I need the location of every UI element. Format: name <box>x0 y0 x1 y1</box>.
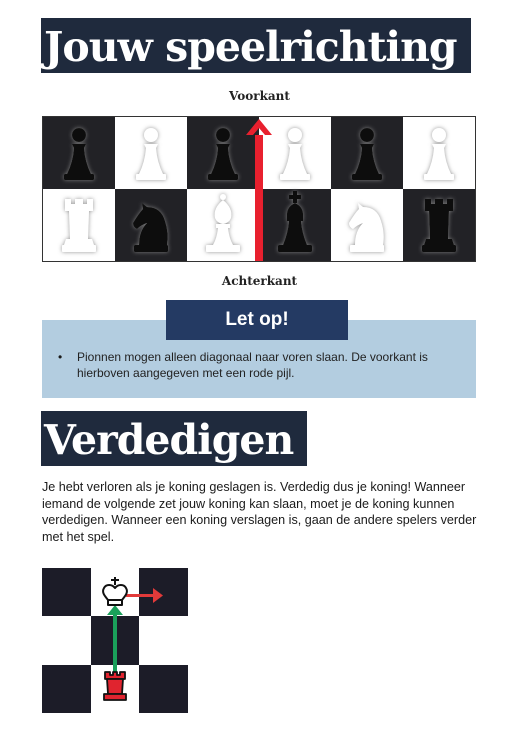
board-square <box>42 568 91 616</box>
defend-diagram <box>42 568 188 713</box>
front-label: Voorkant <box>229 89 290 103</box>
section-heading-speelrichting: Jouw speelrichting <box>41 18 471 73</box>
red-rook-icon <box>103 671 127 701</box>
section-heading-verdedigen: Verdedigen <box>41 411 308 466</box>
defend-paragraph: Je hebt verloren als je koning geslagen … <box>42 480 477 544</box>
board-square <box>139 665 188 713</box>
back-label: Achterkant <box>221 274 298 288</box>
board-square <box>139 568 188 616</box>
chess-board-diagram <box>42 116 476 262</box>
notice-title: Let op! <box>166 300 348 340</box>
bullet-icon: • <box>58 350 63 364</box>
notice-bullet-text: Pionnen mogen alleen diagonaal naar vore… <box>77 350 428 380</box>
board-square <box>42 665 91 713</box>
